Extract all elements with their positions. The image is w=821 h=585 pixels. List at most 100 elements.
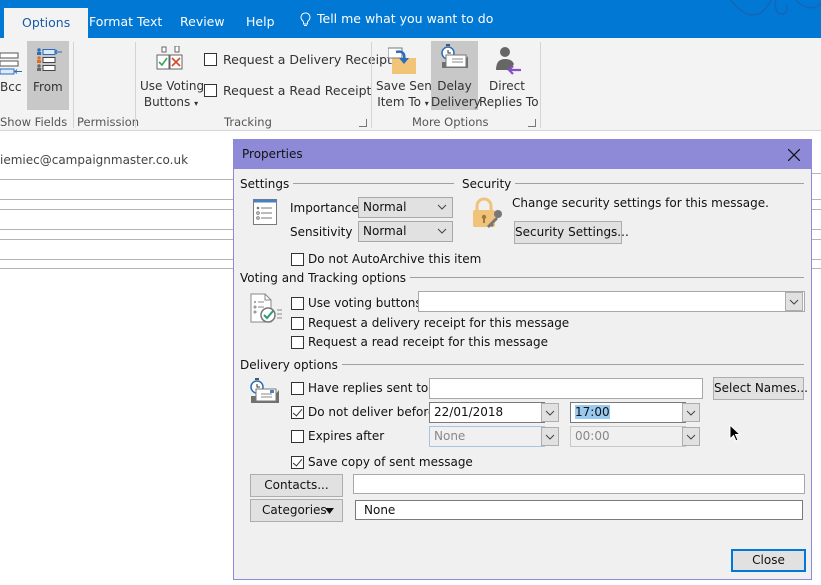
tab-options[interactable]: Options [4, 8, 89, 38]
chevron-down-icon [437, 228, 447, 234]
checkbox[interactable] [204, 53, 217, 66]
bcc-button[interactable] [0, 52, 24, 79]
sensitivity-select[interactable]: Normal [358, 221, 453, 242]
security-description: Change security settings for this messag… [512, 196, 769, 210]
field-divider [0, 259, 240, 260]
expires-time-input[interactable]: 00:00 [570, 426, 686, 447]
select-names-button[interactable]: Select Names... [713, 377, 808, 400]
dropdown-arrow-icon: ▾ [194, 99, 199, 108]
tracking-dialog-launcher-icon[interactable] [359, 119, 367, 127]
checkbox[interactable] [291, 316, 304, 330]
chevron-down-icon [545, 434, 555, 440]
deliver-time-dropdown[interactable] [682, 403, 700, 422]
field-divider [0, 179, 240, 180]
group-separator [371, 42, 372, 128]
delay-delivery-icon [438, 44, 470, 77]
from-icon [36, 48, 62, 75]
checkbox[interactable] [291, 429, 304, 443]
delivery-receipt-checkbox[interactable]: Request a delivery receipt for this mess… [291, 316, 569, 330]
do-not-deliver-before-checkbox[interactable]: Do not deliver before [291, 405, 435, 419]
delay-delivery-icon [248, 378, 282, 411]
group-label-tracking: Tracking [224, 115, 272, 129]
expires-date-dropdown[interactable] [541, 427, 559, 446]
close-button[interactable]: Close [731, 549, 806, 572]
use-voting-buttons-checkbox[interactable]: Use voting buttons [291, 296, 422, 310]
expires-time-dropdown[interactable] [682, 427, 700, 446]
from-address: iemiec@campaignmaster.co.uk [0, 153, 189, 167]
checkbox[interactable] [291, 405, 304, 419]
expires-after-checkbox[interactable]: Expires after [291, 429, 384, 443]
field-divider [0, 239, 240, 240]
tab-review[interactable]: Review [180, 0, 225, 38]
checkbox[interactable] [204, 84, 217, 97]
read-receipt-checkbox[interactable]: Request a read receipt for this message [291, 335, 548, 349]
voting-buttons-combo[interactable] [418, 291, 805, 312]
deliver-date-input[interactable]: 22/01/2018 [429, 402, 545, 423]
ribbon: Bcc From Show Fields Permission Use Voti… [0, 38, 821, 131]
security-heading: Security [462, 177, 516, 191]
have-replies-sent-to-checkbox[interactable]: Have replies sent to [291, 381, 428, 395]
voting-dropdown-button[interactable] [785, 292, 803, 311]
categories-field[interactable]: None [355, 500, 803, 520]
save-sent-item-icon [387, 46, 418, 79]
voting-tracking-heading: Voting and Tracking options [240, 271, 411, 285]
chevron-down-icon [437, 204, 447, 210]
settings-list-icon [253, 199, 277, 228]
tell-me-text: Tell me what you want to do [317, 11, 494, 26]
field-divider [812, 229, 821, 230]
save-sent-label-line2: Item To ▾ [377, 95, 429, 109]
deliver-date-dropdown[interactable] [541, 403, 559, 422]
tab-format-text[interactable]: Format Text [89, 0, 162, 38]
save-sent-item-to-button[interactable]: Save Sent Item To ▾ [376, 78, 437, 112]
delay-delivery-label: Delay Delivery [431, 79, 481, 109]
from-label: From [33, 80, 63, 94]
voting-buttons-icon [156, 45, 184, 76]
field-divider [812, 209, 821, 210]
sensitivity-label: Sensitivity [290, 225, 353, 239]
direct-replies-icon [494, 46, 522, 79]
checkbox[interactable] [291, 252, 304, 266]
ribbon-request-delivery-receipt[interactable]: Request a Delivery Receipt [204, 52, 392, 67]
replies-sent-to-input[interactable] [429, 378, 703, 399]
bcc-label: Bcc [0, 80, 22, 94]
security-settings-button[interactable]: Security Settings... [514, 221, 629, 244]
properties-dialog: Properties Settings Importance Normal Se… [233, 139, 812, 580]
save-copy-checkbox[interactable]: Save copy of sent message [291, 455, 473, 469]
group-separator [135, 42, 136, 128]
direct-replies-to-button[interactable]: Direct Replies To [479, 78, 539, 110]
autoarchive-checkbox[interactable]: Do not AutoArchive this item [291, 252, 481, 266]
tab-help[interactable]: Help [246, 0, 275, 38]
ribbon-request-read-receipt[interactable]: Request a Read Receipt [204, 83, 371, 98]
dropdown-arrow-icon: ▾ [424, 99, 429, 108]
use-voting-buttons-button[interactable]: Use Voting Buttons ▾ [140, 78, 204, 112]
section-divider [389, 277, 804, 278]
contacts-button[interactable]: Contacts... [250, 474, 343, 497]
tell-me-search[interactable]: Tell me what you want to do [300, 0, 493, 38]
field-divider [812, 259, 821, 260]
field-divider [812, 239, 821, 240]
group-label-more-options: More Options [412, 115, 489, 129]
contacts-input[interactable] [353, 474, 805, 494]
categories-button[interactable]: Categories [250, 499, 343, 522]
mouse-cursor-icon [729, 424, 741, 442]
checkbox[interactable] [291, 296, 304, 310]
more-options-dialog-launcher-icon[interactable] [528, 119, 536, 127]
checkbox[interactable] [291, 455, 304, 469]
expires-date-input[interactable]: None [429, 426, 545, 447]
field-divider [812, 268, 821, 269]
save-sent-label-line1: Save Sent [376, 79, 437, 93]
importance-select[interactable]: Normal [358, 197, 453, 218]
section-divider [326, 364, 804, 365]
section-divider [284, 183, 454, 184]
importance-label: Importance [290, 201, 359, 215]
deliver-time-input[interactable]: 17:00 [570, 402, 686, 423]
voting-tracking-icon [250, 293, 284, 328]
chevron-down-icon [686, 410, 696, 416]
close-icon[interactable] [783, 144, 805, 166]
checkbox[interactable] [291, 381, 304, 395]
chevron-down-icon [545, 410, 555, 416]
checkbox[interactable] [291, 335, 304, 349]
group-label-permission: Permission [77, 115, 140, 129]
field-divider [0, 268, 240, 269]
dialog-title-bar[interactable]: Properties [234, 140, 811, 169]
